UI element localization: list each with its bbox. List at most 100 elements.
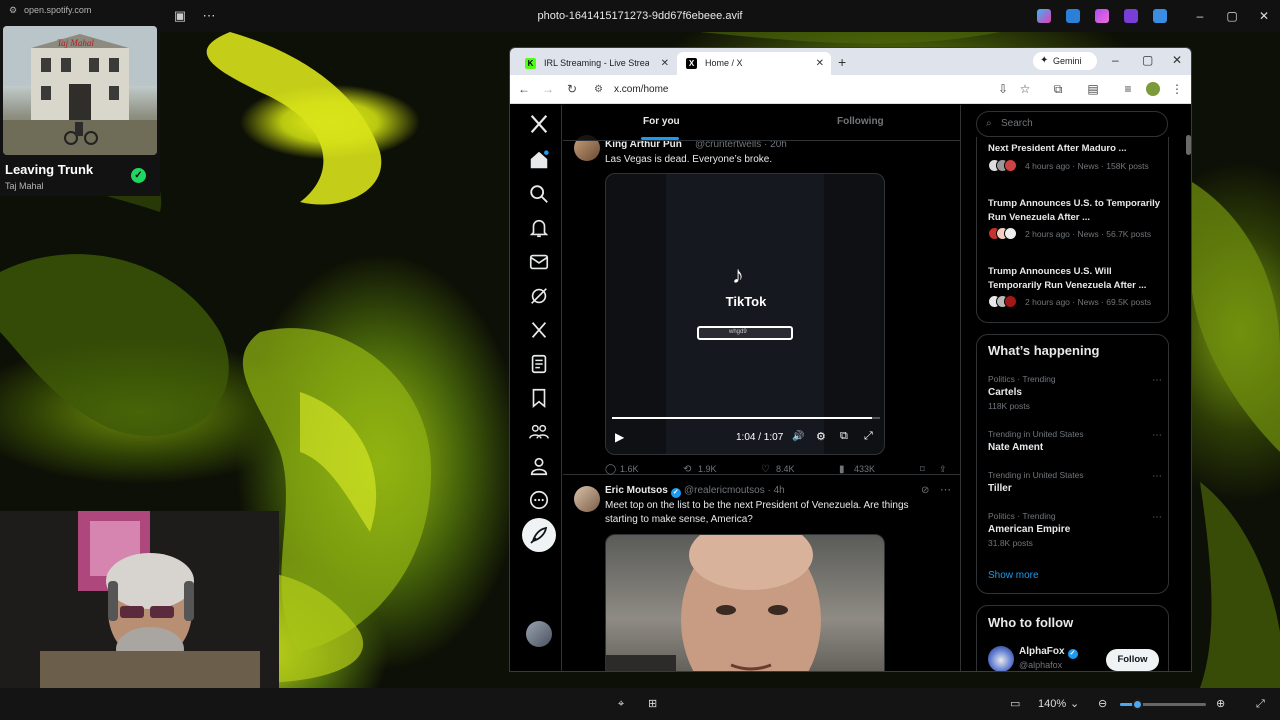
- post-author-name[interactable]: Eric Moutsos ✓: [605, 485, 681, 498]
- browser-minimize-icon[interactable]: –: [1112, 53, 1119, 67]
- bookmarks-icon[interactable]: [528, 387, 550, 409]
- gemini-button[interactable]: ✦ Gemini: [1033, 52, 1097, 70]
- grok-post-icon[interactable]: ⊘: [921, 485, 929, 496]
- copilot-icon[interactable]: [1037, 9, 1051, 23]
- post-more-icon[interactable]: ⋯: [940, 483, 951, 496]
- designer-icon[interactable]: [1066, 9, 1080, 23]
- post-tweet[interactable]: King Arthur Pun @cruntertwells · 20h Las…: [563, 123, 960, 477]
- repost-button[interactable]: ⟲ 1.9K: [683, 462, 717, 477]
- browser-menu-icon[interactable]: ⋮: [1170, 82, 1184, 96]
- trend-name[interactable]: Cartels: [988, 387, 1022, 398]
- media-controls-icon[interactable]: ▤: [1086, 82, 1100, 96]
- tab-for-you[interactable]: For you: [643, 115, 680, 129]
- zoom-dropdown-icon[interactable]: ⌄: [1070, 696, 1079, 712]
- copy-text-icon[interactable]: ⊞: [648, 696, 657, 712]
- forward-icon[interactable]: →: [541, 82, 555, 96]
- post-author-handle[interactable]: @realericmoutsos · 4h: [684, 485, 785, 496]
- site-info-icon[interactable]: ⚙: [594, 79, 603, 100]
- follow-button[interactable]: Follow: [1106, 649, 1159, 671]
- x-logo-icon[interactable]: [528, 113, 550, 135]
- trend-name[interactable]: Tiller: [988, 483, 1012, 494]
- photos-effects-icon[interactable]: [1095, 9, 1109, 23]
- trend-name[interactable]: American Empire: [988, 524, 1070, 535]
- close-tab-icon[interactable]: ✕: [816, 52, 824, 75]
- zoom-out-icon[interactable]: ⊖: [1098, 696, 1107, 712]
- search-input[interactable]: ⌕ Search: [976, 111, 1168, 137]
- news-item-title[interactable]: Trump Announces U.S. to Temporarily Run …: [988, 197, 1163, 224]
- video-progress-track[interactable]: [612, 417, 880, 419]
- profile-avatar-icon[interactable]: [1146, 82, 1160, 96]
- volume-icon[interactable]: 🔊: [792, 431, 804, 442]
- trend-more-icon[interactable]: ⋯: [1152, 430, 1162, 441]
- communities-icon[interactable]: [528, 421, 550, 443]
- browser-maximize-icon[interactable]: ▢: [1142, 53, 1153, 67]
- bookmark-star-icon[interactable]: ☆: [1018, 82, 1032, 96]
- bookmark-icon[interactable]: ⌑: [920, 462, 925, 476]
- follow-suggestion-name-text: AlphaFox: [1019, 646, 1065, 657]
- trend-name[interactable]: Nate Ament: [988, 442, 1043, 453]
- x-app: For you Following King Arthur Pun @crunt…: [510, 105, 1191, 671]
- close-tab-icon[interactable]: ✕: [661, 52, 669, 75]
- profile-icon[interactable]: [528, 455, 550, 477]
- back-icon[interactable]: ←: [517, 82, 531, 96]
- zoom-level[interactable]: 140%: [1038, 696, 1066, 712]
- zoom-in-icon[interactable]: ⊕: [1216, 696, 1225, 712]
- post-video[interactable]: [605, 534, 885, 671]
- follow-suggestion-avatar[interactable]: [988, 646, 1014, 671]
- cloud-sync-icon[interactable]: [1153, 9, 1167, 23]
- lists-icon[interactable]: [528, 353, 550, 375]
- account-avatar[interactable]: [526, 621, 552, 647]
- grok-icon[interactable]: [528, 285, 550, 307]
- fit-to-window-icon[interactable]: ▭: [1010, 696, 1020, 712]
- maximize-icon[interactable]: ▢: [1224, 8, 1240, 24]
- browser-close-icon[interactable]: ✕: [1172, 53, 1182, 67]
- messages-envelope-icon[interactable]: [528, 251, 550, 273]
- tab-irl-streaming[interactable]: K IRL Streaming - Live Streams on ✕: [516, 52, 676, 75]
- tab-home-x[interactable]: X Home / X ✕: [677, 52, 831, 75]
- new-tab-icon[interactable]: +: [838, 54, 846, 70]
- extensions-icon[interactable]: ⧉: [1051, 82, 1065, 96]
- clipchamp-icon[interactable]: [1124, 9, 1138, 23]
- trend-more-icon[interactable]: ⋯: [1152, 512, 1162, 523]
- address-bar[interactable]: ⚙ x.com/home: [590, 79, 990, 100]
- home-icon[interactable]: [528, 149, 550, 171]
- news-item-title[interactable]: Next President After Maduro ...: [988, 142, 1163, 156]
- page-scrollbar-thumb[interactable]: [1186, 135, 1191, 155]
- post-author-avatar[interactable]: [574, 486, 600, 512]
- minimize-icon[interactable]: –: [1192, 8, 1208, 24]
- follow-suggestion-name[interactable]: AlphaFox ✓: [1019, 646, 1078, 659]
- news-item-title[interactable]: Trump Announces U.S. Will Temporarily Ru…: [988, 265, 1163, 292]
- trend-more-icon[interactable]: ⋯: [1152, 375, 1162, 386]
- more-circle-icon[interactable]: [528, 489, 550, 511]
- install-app-icon[interactable]: ⇩: [996, 82, 1010, 96]
- reply-button[interactable]: ◯ 1.6K: [605, 462, 639, 477]
- visual-search-icon[interactable]: ⌖: [618, 696, 624, 712]
- explore-search-icon[interactable]: [528, 183, 550, 205]
- reading-list-icon[interactable]: ≡: [1121, 82, 1135, 96]
- post-tweet[interactable]: Eric Moutsos ✓ @realericmoutsos · 4h ⊘ ⋯ …: [563, 476, 960, 671]
- premium-x-icon[interactable]: [528, 319, 550, 341]
- track-artist[interactable]: Taj Mahal: [5, 181, 44, 191]
- album-cover[interactable]: Taj Mahal: [3, 26, 157, 155]
- notifications-bell-icon[interactable]: [528, 217, 550, 239]
- views-button[interactable]: ▮ 433K: [839, 462, 875, 477]
- play-icon[interactable]: ▶: [615, 430, 624, 444]
- full-screen-icon[interactable]: ⤢: [1256, 696, 1265, 712]
- like-count: 8.4K: [776, 464, 795, 474]
- site-settings-icon[interactable]: ⚙: [9, 5, 17, 16]
- tab-following[interactable]: Following: [837, 115, 884, 129]
- show-more-link[interactable]: Show more: [988, 570, 1039, 581]
- picture-in-picture-icon[interactable]: ⧉: [840, 430, 848, 443]
- zoom-slider[interactable]: [1120, 699, 1206, 710]
- saved-check-icon[interactable]: ✓: [131, 168, 146, 183]
- track-title[interactable]: Leaving Trunk: [5, 162, 93, 177]
- share-icon[interactable]: ⇪: [939, 462, 947, 476]
- reload-icon[interactable]: ↻: [565, 82, 579, 96]
- settings-gear-icon[interactable]: ⚙: [816, 430, 826, 443]
- post-video[interactable]: ♪ TikTok whgd9 ▶ 1:04 / 1:07 🔊 ⚙ ⧉ ⤢: [605, 173, 885, 455]
- like-button[interactable]: ♡ 8.4K: [761, 462, 795, 477]
- compose-post-button[interactable]: [522, 518, 556, 552]
- trend-more-icon[interactable]: ⋯: [1152, 471, 1162, 482]
- close-icon[interactable]: ✕: [1256, 8, 1272, 24]
- fullscreen-icon[interactable]: ⤢: [864, 430, 873, 443]
